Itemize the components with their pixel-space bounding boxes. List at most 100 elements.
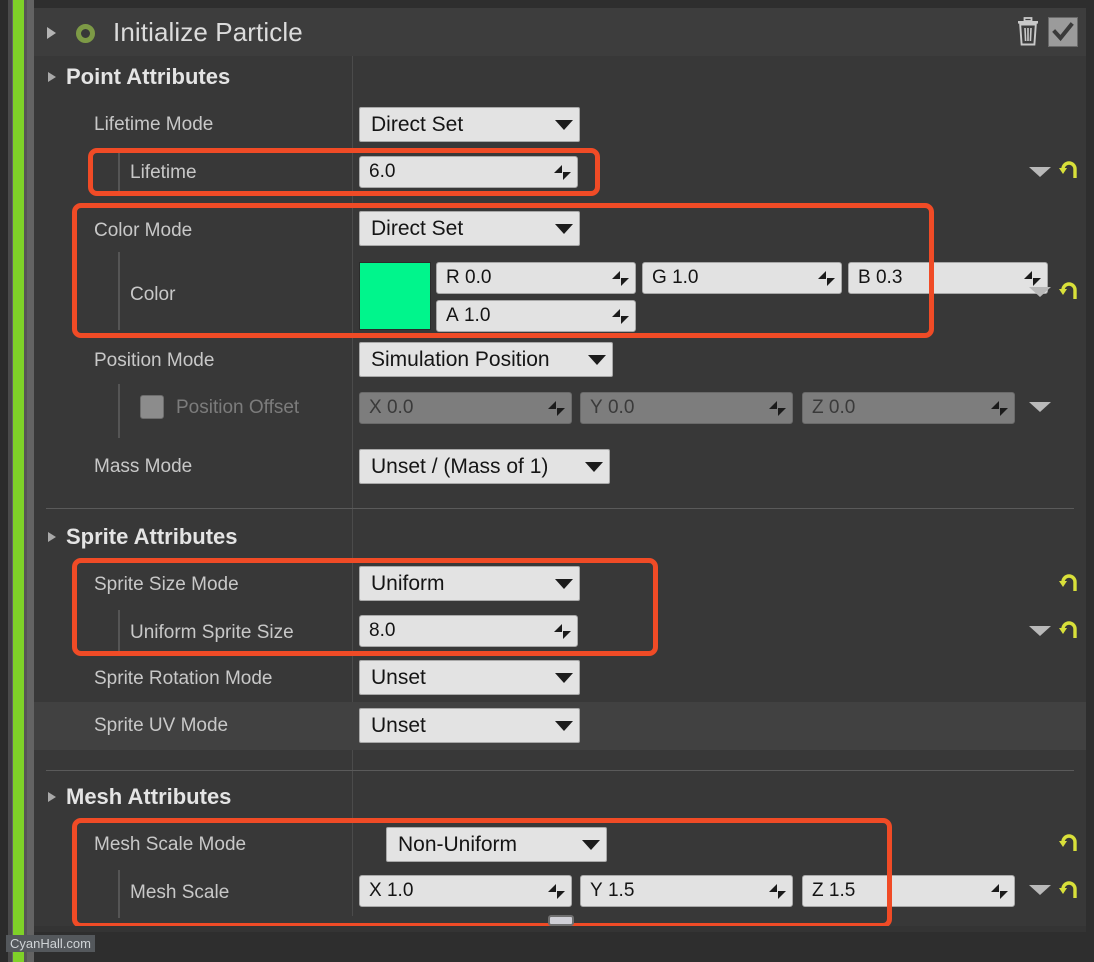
combo-value: Unset / (Mass of 1) (371, 454, 549, 478)
panel-bottom-bar (34, 926, 1086, 932)
indent-guide (118, 384, 120, 438)
chevron-down-icon (555, 720, 573, 731)
combo-sprite-rotation-mode[interactable]: Unset (359, 660, 580, 695)
module-enabled-circle-icon[interactable] (76, 24, 95, 43)
input-value: 6.0 (369, 161, 396, 182)
input-mesh-scale-y[interactable]: Y 1.5 (580, 875, 793, 907)
indent-guide (118, 610, 120, 656)
section-toggle-point-attributes[interactable] (48, 72, 56, 82)
header-tools (1015, 17, 1078, 47)
input-position-offset-x[interactable]: X 0.0 (359, 392, 572, 424)
input-color-b[interactable]: B 0.3 (848, 262, 1048, 294)
input-position-offset-z[interactable]: Z 0.0 (802, 392, 1015, 424)
combo-value: Simulation Position (371, 347, 550, 371)
module-enabled-accent-bar (13, 0, 24, 962)
axis-label: Y (590, 397, 603, 418)
axis-label: Z (812, 397, 824, 418)
expand-arrow-icon[interactable] (1029, 626, 1051, 636)
drag-handle-icon[interactable] (554, 623, 571, 640)
combo-color-mode[interactable]: Direct Set (359, 211, 580, 246)
drag-handle-icon[interactable] (554, 164, 571, 181)
resize-grab-handle[interactable] (548, 915, 574, 926)
expand-arrow-icon[interactable] (1029, 402, 1051, 412)
trash-icon[interactable] (1015, 17, 1041, 47)
section-toggle-sprite-attributes[interactable] (48, 532, 56, 542)
channel-label: A (446, 305, 459, 326)
input-position-offset-y[interactable]: Y 0.0 (580, 392, 793, 424)
module-enabled-checkbox[interactable] (1048, 17, 1078, 47)
reset-arrow-icon[interactable] (1058, 833, 1080, 855)
reset-arrow-icon[interactable] (1058, 620, 1080, 642)
row-mesh-scale: Mesh Scale X 1.0 Y 1.5 Z 1.5 (34, 870, 1086, 918)
section-title-point-attributes: Point Attributes (66, 64, 231, 89)
axis-value: 1.5 (828, 880, 856, 901)
checkbox-position-offset[interactable] (140, 395, 164, 419)
section-divider (46, 508, 1074, 509)
axis-label: Z (812, 880, 824, 901)
label-mass-mode: Mass Mode (94, 456, 193, 477)
combo-position-mode[interactable]: Simulation Position (359, 342, 613, 377)
channel-value: 1.0 (463, 305, 491, 326)
drag-handle-icon[interactable] (612, 270, 629, 287)
input-value: 8.0 (369, 620, 396, 641)
input-mesh-scale-z[interactable]: Z 1.5 (802, 875, 1015, 907)
expand-arrow-icon[interactable] (1029, 167, 1051, 177)
channel-label: R (446, 267, 460, 288)
drag-handle-icon[interactable] (548, 883, 565, 900)
combo-mesh-scale-mode[interactable]: Non-Uniform (386, 827, 607, 862)
label-uniform-sprite-size: Uniform Sprite Size (130, 622, 294, 643)
combo-sprite-size-mode[interactable]: Uniform (359, 566, 580, 601)
row-color: Color R 0.0 G 1.0 B 0.3 A 1.0 (34, 252, 1086, 332)
channel-label: B (858, 267, 871, 288)
combo-lifetime-mode[interactable]: Direct Set (359, 107, 580, 142)
row-mesh-scale-mode: Mesh Scale Mode Non-Uniform (34, 824, 1086, 866)
row-mass-mode: Mass Mode Unset / (Mass of 1) (34, 448, 1086, 488)
drag-handle-icon[interactable] (769, 400, 786, 417)
drag-handle-icon[interactable] (991, 883, 1008, 900)
chevron-down-icon (585, 461, 603, 472)
input-uniform-sprite-size[interactable]: 8.0 (359, 615, 578, 647)
combo-value: Non-Uniform (398, 832, 518, 856)
label-lifetime: Lifetime (130, 162, 197, 183)
row-position-offset: Position Offset X 0.0 Y 0.0 Z 0.0 (34, 384, 1086, 438)
drag-handle-icon[interactable] (1024, 270, 1041, 287)
combo-value: Unset (371, 665, 426, 689)
reset-arrow-icon[interactable] (1058, 573, 1080, 595)
reset-arrow-icon[interactable] (1058, 160, 1080, 182)
input-color-a[interactable]: A 1.0 (436, 300, 636, 332)
axis-value: 1.0 (386, 880, 414, 901)
row-sprite-size-mode: Sprite Size Mode Uniform (34, 564, 1086, 606)
drag-handle-icon[interactable] (548, 400, 565, 417)
watermark: CyanHall.com (6, 935, 95, 952)
row-sprite-uv-mode: Sprite UV Mode Unset (34, 702, 1086, 750)
drag-handle-icon[interactable] (818, 270, 835, 287)
drag-handle-icon[interactable] (991, 400, 1008, 417)
expand-arrow-icon[interactable] (1029, 885, 1051, 895)
label-color-mode: Color Mode (94, 220, 193, 241)
combo-sprite-uv-mode[interactable]: Unset (359, 708, 580, 743)
triangle-right-icon[interactable] (47, 27, 56, 39)
accent-edge-left (8, 0, 12, 962)
label-color: Color (130, 284, 176, 305)
indent-guide (118, 252, 120, 330)
input-mesh-scale-x[interactable]: X 1.0 (359, 875, 572, 907)
section-toggle-mesh-attributes[interactable] (48, 792, 56, 802)
label-sprite-size-mode: Sprite Size Mode (94, 574, 239, 595)
input-color-g[interactable]: G 1.0 (642, 262, 842, 294)
checkmark-icon (1052, 22, 1074, 42)
combo-value: Uniform (371, 571, 445, 595)
expand-arrow-icon[interactable] (1029, 287, 1051, 297)
drag-handle-icon[interactable] (612, 308, 629, 325)
input-lifetime[interactable]: 6.0 (359, 156, 578, 188)
chevron-down-icon (555, 672, 573, 683)
window-left-gutter (0, 0, 8, 962)
reset-arrow-icon[interactable] (1058, 281, 1080, 303)
axis-value: 0.0 (386, 397, 414, 418)
color-swatch[interactable] (359, 262, 431, 330)
channel-value: 0.0 (465, 267, 492, 288)
input-color-r[interactable]: R 0.0 (436, 262, 636, 294)
niagara-module-panel: Initialize Particle Point Attributes Lif… (0, 0, 1094, 962)
combo-mass-mode[interactable]: Unset / (Mass of 1) (359, 449, 610, 484)
drag-handle-icon[interactable] (769, 883, 786, 900)
reset-arrow-icon[interactable] (1058, 880, 1080, 902)
